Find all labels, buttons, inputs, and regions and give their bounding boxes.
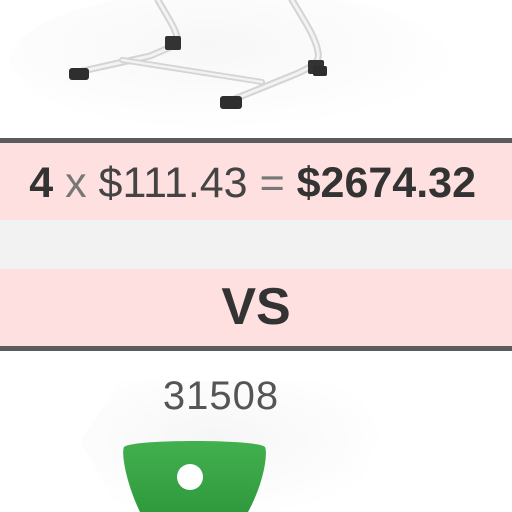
times-symbol: x: [65, 159, 87, 207]
equals-symbol: =: [259, 159, 285, 207]
versus-row: VS: [0, 269, 512, 346]
versus-label: VS: [221, 278, 291, 336]
product-id-label: 31508: [162, 374, 280, 418]
price-calculation-row: 4 x $111.43 = $2674.32: [0, 143, 512, 220]
spacer-row: [0, 220, 512, 269]
quantity-value: 4: [29, 159, 54, 207]
first-product-image: [0, 0, 512, 140]
total-price: $2674.32: [296, 159, 476, 207]
chair-frame-legs-icon: [0, 0, 512, 140]
unit-price: $111.43: [98, 159, 248, 207]
price-calculation: 4 x $111.43 = $2674.32: [29, 159, 476, 207]
